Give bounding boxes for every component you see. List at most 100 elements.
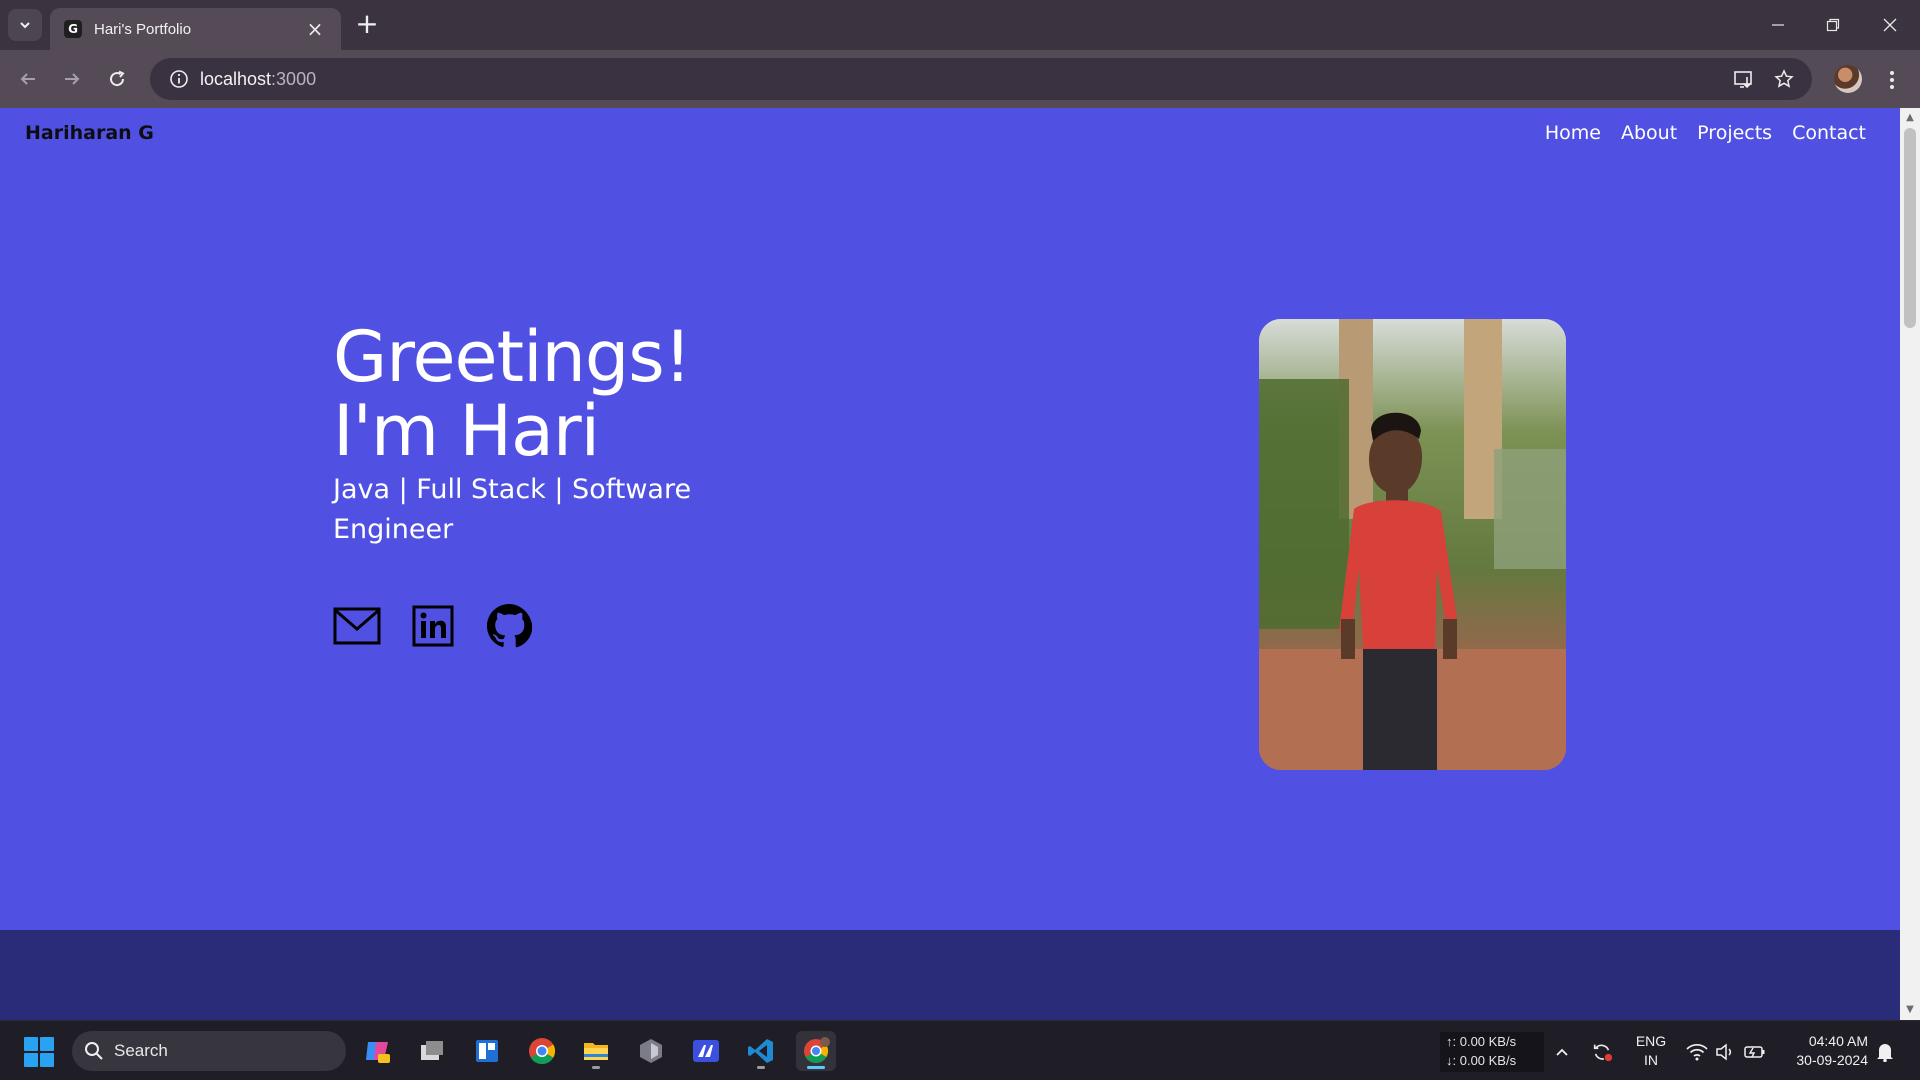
restore-icon: [1826, 18, 1840, 32]
site-header: Hariharan G Home About Projects Contact: [0, 108, 1900, 164]
nav-projects[interactable]: Projects: [1697, 122, 1772, 144]
github-link[interactable]: [485, 602, 533, 650]
lang-line-1: ENG: [1635, 1033, 1667, 1049]
windows-logo-pane: [24, 1053, 38, 1067]
tray-overflow-button[interactable]: [1551, 1041, 1573, 1063]
tab-active[interactable]: G Hari's Portfolio ×: [50, 8, 341, 50]
battery-button[interactable]: [1744, 1041, 1766, 1063]
nav-home[interactable]: Home: [1545, 122, 1601, 144]
app-active-indicator: [807, 1066, 825, 1069]
favicon-icon: G: [64, 20, 82, 38]
more-vertical-icon: [1890, 71, 1894, 89]
hero-heading: Greetings! I'm Hari: [333, 320, 692, 468]
nav-contact[interactable]: Contact: [1792, 122, 1866, 144]
browser-menu-button[interactable]: [1880, 66, 1904, 94]
chrome-icon: [529, 1038, 556, 1065]
nav-about[interactable]: About: [1621, 122, 1677, 144]
network-speed-widget[interactable]: ↑: 0.00 KB/s ↓: 0.00 KB/s: [1440, 1032, 1544, 1072]
url-host: localhost: [200, 68, 272, 89]
chevron-up-icon: [1556, 1048, 1568, 1056]
system-clock[interactable]: 04:40 AM 30-09-2024: [1780, 1032, 1868, 1070]
vscode-app[interactable]: [741, 1031, 781, 1071]
battery-charging-icon: [1744, 1046, 1765, 1058]
site-info-icon[interactable]: [158, 69, 200, 89]
arrow-right-icon: [65, 73, 80, 85]
arrow-left-icon: [20, 73, 35, 85]
restore-button[interactable]: [1815, 10, 1851, 40]
wifi-icon: [1686, 1043, 1708, 1061]
wifi-button[interactable]: [1686, 1041, 1708, 1063]
chrome-app[interactable]: [522, 1031, 562, 1071]
windows-logo-pane: [40, 1053, 54, 1067]
net-upload: ↑: 0.00 KB/s: [1446, 1034, 1517, 1049]
dev-tool-app[interactable]: [631, 1031, 671, 1071]
linkedin-link[interactable]: [409, 602, 457, 650]
tab-title: Hari's Portfolio: [94, 20, 192, 38]
url-text: localhost:3000: [200, 69, 316, 90]
close-icon: [1883, 18, 1897, 32]
sync-tray-button[interactable]: [1591, 1041, 1613, 1063]
windows-start-button[interactable]: [24, 1037, 54, 1067]
chrome-profile-app[interactable]: [796, 1031, 836, 1071]
scroll-thumb[interactable]: [1904, 128, 1916, 328]
folder-icon: [584, 1043, 608, 1060]
minimize-icon: [1772, 24, 1784, 26]
taskbar: Search ↑: 0.00 KB/s ↓: 0.00 KB/s ENG IN …: [0, 1020, 1920, 1080]
clock-time: 04:40 AM: [1808, 1033, 1868, 1049]
studio-icon: [693, 1040, 719, 1062]
widgets-icon: [476, 1040, 498, 1062]
file-explorer-app[interactable]: [576, 1031, 616, 1071]
email-link[interactable]: [333, 602, 381, 650]
copilot-icon: [366, 1042, 390, 1063]
social-links: [333, 602, 533, 650]
mail-icon: [333, 607, 381, 645]
chevron-down-icon: [20, 22, 30, 29]
forward-button[interactable]: [56, 63, 88, 95]
task-view-app[interactable]: [412, 1031, 452, 1071]
new-tab-button[interactable]: +: [352, 10, 382, 40]
linkedin-icon: [412, 605, 454, 647]
github-icon: [486, 603, 532, 648]
windows-logo-pane: [40, 1037, 54, 1051]
vscode-icon: [748, 1039, 773, 1063]
tab-close-icon[interactable]: ×: [303, 19, 327, 39]
browser-toolbar: localhost:3000: [0, 50, 1920, 108]
page-scrollbar[interactable]: ▲ ▼: [1900, 108, 1920, 1020]
speaker-icon: [1716, 1043, 1732, 1061]
input-language[interactable]: ENG IN: [1631, 1032, 1671, 1070]
tab-strip: G Hari's Portfolio × +: [0, 0, 1920, 50]
volume-button[interactable]: [1714, 1041, 1736, 1063]
search-icon: [85, 1042, 103, 1060]
url-port: :3000: [271, 68, 317, 89]
site-nav: Home About Projects Contact: [1545, 122, 1866, 144]
profile-avatar[interactable]: [1834, 65, 1862, 93]
scroll-up-icon[interactable]: ▲: [1904, 112, 1916, 124]
app-running-indicator: [757, 1066, 765, 1069]
reload-icon: [110, 70, 125, 87]
reload-button[interactable]: [101, 63, 133, 95]
sync-alert-icon: [1593, 1044, 1613, 1062]
site-brand[interactable]: Hariharan G: [25, 122, 154, 144]
address-bar[interactable]: localhost:3000: [150, 58, 1812, 100]
taskbar-search[interactable]: Search: [72, 1031, 346, 1071]
bookmark-star-icon[interactable]: [1766, 58, 1802, 100]
chrome-profile-icon: [804, 1037, 830, 1064]
net-download: ↓: 0.00 KB/s: [1446, 1053, 1517, 1068]
hero-line-1: Greetings!: [333, 316, 692, 398]
clock-date: 30-09-2024: [1796, 1052, 1868, 1068]
windows-logo-icon: [24, 1037, 38, 1051]
close-window-button[interactable]: [1872, 10, 1908, 40]
task-view-icon: [421, 1041, 443, 1060]
hero-line-2: I'm Hari: [333, 390, 600, 472]
back-button[interactable]: [12, 63, 44, 95]
notifications-button[interactable]: [1874, 1041, 1896, 1063]
page-viewport: Hariharan G Home About Projects Contact …: [0, 108, 1900, 1020]
scroll-down-icon[interactable]: ▼: [1904, 1004, 1916, 1016]
widgets-app[interactable]: [467, 1031, 507, 1071]
install-app-icon[interactable]: [1726, 58, 1762, 100]
copilot-app[interactable]: [357, 1031, 397, 1071]
studio-app[interactable]: [686, 1031, 726, 1071]
lang-line-2: IN: [1644, 1052, 1658, 1068]
tab-search-button[interactable]: [8, 9, 42, 41]
minimize-button[interactable]: [1760, 10, 1796, 40]
